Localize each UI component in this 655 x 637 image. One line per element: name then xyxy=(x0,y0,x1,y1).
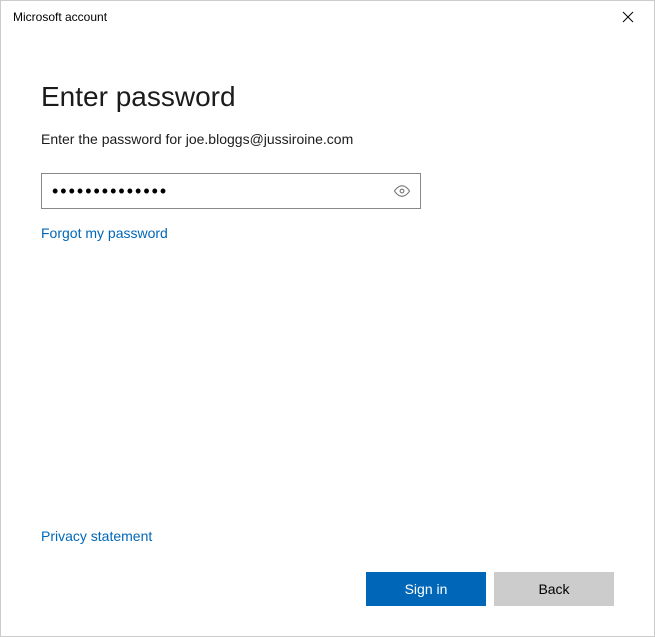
signin-button[interactable]: Sign in xyxy=(366,572,486,606)
reveal-password-icon[interactable] xyxy=(393,182,411,200)
spacer xyxy=(41,241,614,528)
privacy-statement-link[interactable]: Privacy statement xyxy=(41,528,152,544)
page-heading: Enter password xyxy=(41,81,614,113)
forgot-password-link[interactable]: Forgot my password xyxy=(41,225,168,241)
window-title: Microsoft account xyxy=(13,10,107,24)
password-input[interactable] xyxy=(41,173,421,209)
button-row: Sign in Back xyxy=(41,572,614,616)
back-button[interactable]: Back xyxy=(494,572,614,606)
page-subtitle: Enter the password for joe.bloggs@jussir… xyxy=(41,131,614,147)
titlebar: Microsoft account xyxy=(1,1,654,33)
close-button[interactable] xyxy=(610,3,646,31)
close-icon xyxy=(622,11,634,23)
password-field-wrapper xyxy=(41,173,421,209)
content-area: Enter password Enter the password for jo… xyxy=(1,33,654,636)
footer: Privacy statement Sign in Back xyxy=(41,528,614,616)
